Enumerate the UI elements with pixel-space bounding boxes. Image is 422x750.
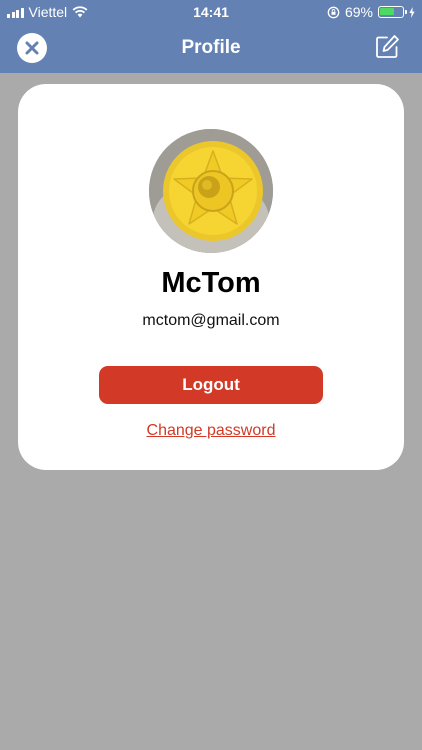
avatar[interactable] xyxy=(149,129,273,253)
charging-bolt-icon xyxy=(409,6,415,18)
profile-email: mctom@gmail.com xyxy=(142,312,280,329)
battery-icon xyxy=(378,6,407,18)
edit-icon xyxy=(376,35,399,58)
navigation-bar: Viettel 14:41 69% Profile xyxy=(0,0,422,73)
change-password-link[interactable]: Change password xyxy=(18,422,404,440)
edit-button[interactable] xyxy=(374,34,400,60)
battery-level xyxy=(380,8,394,15)
battery-percent: 69% xyxy=(344,4,373,20)
page-title: Profile xyxy=(181,37,241,58)
profile-card: McTom mctom@gmail.com Logout Change pass… xyxy=(18,84,404,470)
profile-name: McTom xyxy=(161,267,261,299)
logout-button[interactable]: Logout xyxy=(99,366,323,404)
avatar-image xyxy=(149,129,273,253)
status-bar: Viettel 14:41 69% xyxy=(0,0,422,24)
rotation-lock-icon xyxy=(327,6,340,18)
status-right: 69% xyxy=(327,4,415,20)
